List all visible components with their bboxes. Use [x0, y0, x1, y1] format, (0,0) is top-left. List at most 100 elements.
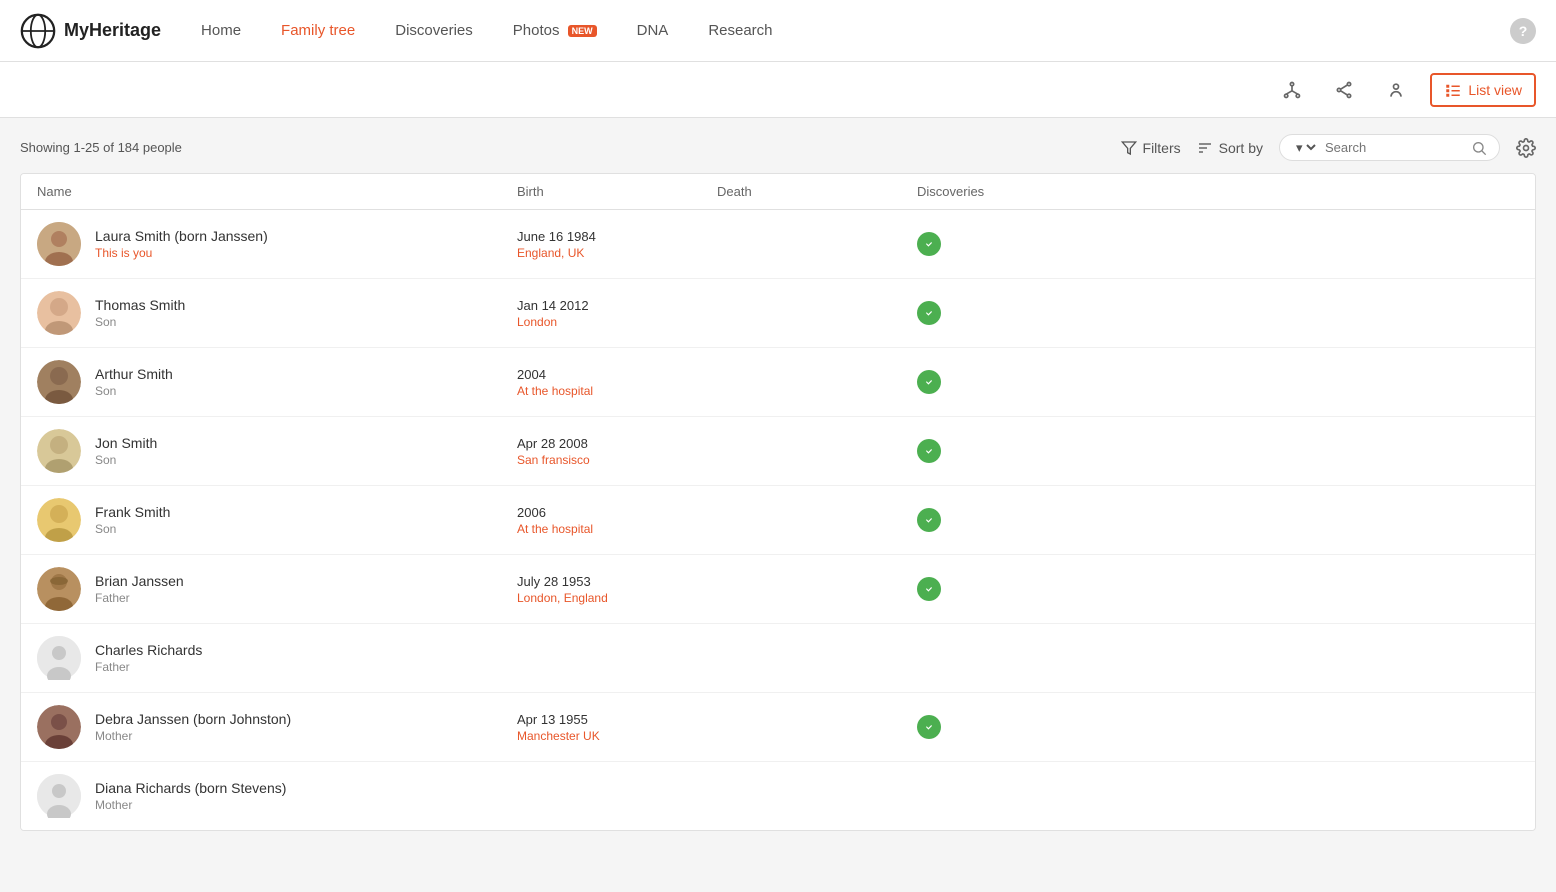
person-name: Brian Janssen [95, 573, 184, 589]
discovery-badge[interactable] [917, 715, 941, 739]
person-cell: Charles Richards Father [37, 636, 517, 680]
top-nav: MyHeritage Home Family tree Discoveries … [0, 0, 1556, 62]
profile-view-button[interactable] [1378, 74, 1414, 106]
nav-discoveries[interactable]: Discoveries [395, 22, 473, 39]
discovery-cell [917, 577, 1519, 601]
discovery-badge[interactable] [917, 370, 941, 394]
avatar [37, 222, 81, 266]
avatar-image [37, 774, 81, 818]
avatar [37, 360, 81, 404]
birth-place: At the hospital [517, 522, 717, 536]
person-info: Jon Smith Son [95, 435, 157, 467]
discovery-cell [917, 232, 1519, 256]
discovery-cell [917, 439, 1519, 463]
table-row[interactable]: Laura Smith (born Janssen) This is you J… [21, 210, 1535, 279]
person-cell: Debra Janssen (born Johnston) Mother [37, 705, 517, 749]
list-view-button[interactable]: List view [1430, 73, 1536, 107]
help-button[interactable]: ? [1510, 18, 1536, 44]
table-row[interactable]: Thomas Smith Son Jan 14 2012 London [21, 279, 1535, 348]
table-row[interactable]: Frank Smith Son 2006 At the hospital [21, 486, 1535, 555]
person-icon [1386, 80, 1406, 100]
people-table: Name Birth Death Discoveries Laura Smith… [20, 173, 1536, 831]
person-relation: This is you [95, 246, 268, 260]
avatar-placeholder [37, 636, 81, 680]
birth-place: London, England [517, 591, 717, 605]
sort-icon [1197, 140, 1213, 156]
discovery-badge[interactable] [917, 577, 941, 601]
tree-view-button[interactable] [1274, 74, 1310, 106]
discovery-badge[interactable] [917, 232, 941, 256]
birth-date: 2006 [517, 505, 717, 520]
person-cell: Diana Richards (born Stevens) Mother [37, 774, 517, 818]
table-row[interactable]: Debra Janssen (born Johnston) Mother Apr… [21, 693, 1535, 762]
person-cell: Brian Janssen Father [37, 567, 517, 611]
birth-date: June 16 1984 [517, 229, 717, 244]
birth-date: Apr 28 2008 [517, 436, 717, 451]
col-discoveries: Discoveries [917, 184, 1519, 199]
birth-cell: Apr 13 1955 Manchester UK [517, 712, 717, 743]
avatar-image [37, 429, 81, 473]
table-row[interactable]: Charles Richards Father [21, 624, 1535, 693]
person-info: Charles Richards Father [95, 642, 202, 674]
birth-place: San fransisco [517, 453, 717, 467]
nav-links: Home Family tree Discoveries Photos NEW … [201, 22, 1510, 39]
person-info: Brian Janssen Father [95, 573, 184, 605]
person-cell: Frank Smith Son [37, 498, 517, 542]
person-info: Thomas Smith Son [95, 297, 185, 329]
filter-icon [1121, 140, 1137, 156]
search-container: ▾ [1279, 134, 1500, 161]
birth-cell: Jan 14 2012 London [517, 298, 717, 329]
discovery-icon [922, 444, 936, 458]
discovery-badge[interactable] [917, 439, 941, 463]
search-dropdown[interactable]: ▾ [1292, 139, 1319, 156]
discovery-badge[interactable] [917, 301, 941, 325]
search-submit-button[interactable] [1471, 140, 1487, 156]
toolbar: Showing 1-25 of 184 people Filters Sort … [20, 134, 1536, 161]
list-view-label: List view [1468, 82, 1522, 98]
person-relation: Father [95, 591, 184, 605]
discovery-cell [917, 715, 1519, 739]
search-icon [1471, 140, 1487, 156]
person-cell: Thomas Smith Son [37, 291, 517, 335]
view-switcher-bar: List view [0, 62, 1556, 118]
share-view-button[interactable] [1326, 74, 1362, 106]
discovery-icon [922, 582, 936, 596]
person-relation: Son [95, 315, 185, 329]
discovery-cell [917, 301, 1519, 325]
avatar-placeholder [37, 774, 81, 818]
avatar-image [37, 222, 81, 266]
birth-date: July 28 1953 [517, 574, 717, 589]
birth-place: Manchester UK [517, 729, 717, 743]
table-row[interactable]: Arthur Smith Son 2004 At the hospital [21, 348, 1535, 417]
col-birth: Birth [517, 184, 717, 199]
person-name: Arthur Smith [95, 366, 173, 382]
filters-button[interactable]: Filters [1121, 140, 1181, 156]
person-name: Thomas Smith [95, 297, 185, 313]
settings-button[interactable] [1516, 138, 1536, 158]
logo-text: MyHeritage [64, 20, 161, 41]
avatar-image [37, 705, 81, 749]
search-input[interactable] [1325, 140, 1465, 155]
table-row[interactable]: Brian Janssen Father July 28 1953 London… [21, 555, 1535, 624]
birth-place: England, UK [517, 246, 717, 260]
avatar-image [37, 498, 81, 542]
person-name: Charles Richards [95, 642, 202, 658]
logo[interactable]: MyHeritage [20, 13, 161, 49]
nav-home[interactable]: Home [201, 22, 241, 39]
birth-place: London [517, 315, 717, 329]
nav-research[interactable]: Research [708, 22, 772, 39]
person-cell: Arthur Smith Son [37, 360, 517, 404]
avatar-image [37, 360, 81, 404]
birth-cell: July 28 1953 London, England [517, 574, 717, 605]
showing-count: Showing 1-25 of 184 people [20, 140, 1121, 155]
nav-dna[interactable]: DNA [637, 22, 669, 39]
nav-family-tree[interactable]: Family tree [281, 22, 355, 39]
person-info: Arthur Smith Son [95, 366, 173, 398]
person-name: Debra Janssen (born Johnston) [95, 711, 291, 727]
table-row[interactable]: Diana Richards (born Stevens) Mother [21, 762, 1535, 830]
discovery-badge[interactable] [917, 508, 941, 532]
table-row[interactable]: Jon Smith Son Apr 28 2008 San fransisco [21, 417, 1535, 486]
sort-by-button[interactable]: Sort by [1197, 140, 1263, 156]
avatar-image [37, 636, 81, 680]
nav-photos[interactable]: Photos NEW [513, 22, 597, 39]
